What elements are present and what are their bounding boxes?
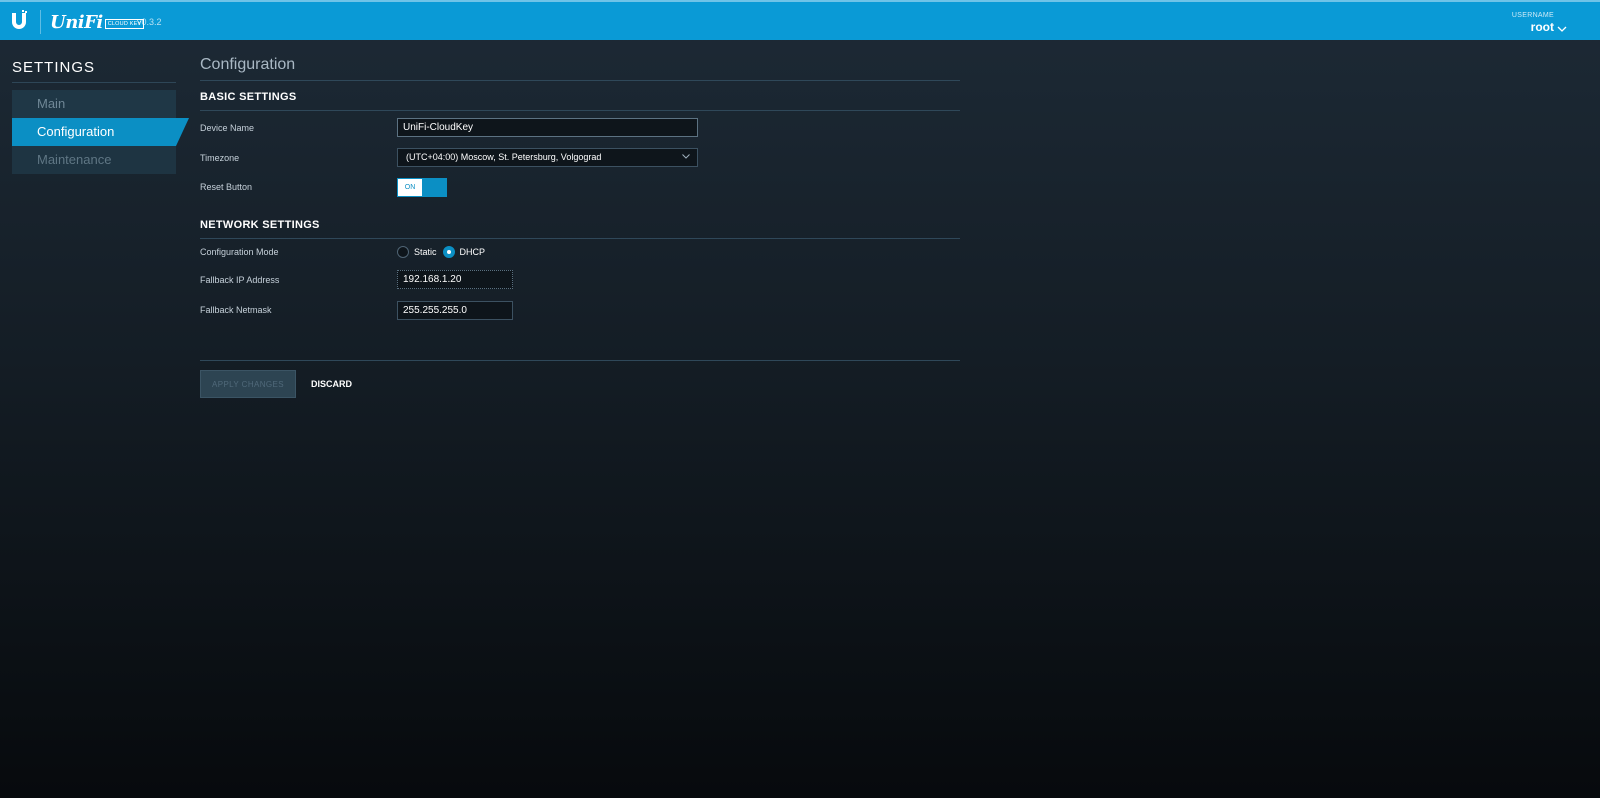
basic-settings-divider [200,110,960,111]
apply-changes-button[interactable]: APPLY CHANGES [200,370,296,398]
fallback-netmask-label: Fallback Netmask [200,305,272,315]
chevron-down-icon [682,154,690,159]
sidebar-item-configuration[interactable]: Configuration [12,118,176,146]
static-radio[interactable] [397,246,409,258]
configuration-mode-label: Configuration Mode [200,247,279,257]
configuration-mode-radio-group: Static DHCP [397,245,491,259]
timezone-label: Timezone [200,153,240,163]
discard-button[interactable]: DISCARD [305,370,358,398]
unifi-brand: UniFi CLOUD KEY [50,11,145,33]
version-label: v0.3.2 [137,17,162,27]
reset-button-toggle[interactable]: ON [397,178,447,197]
device-name-input[interactable] [397,118,698,137]
brand-name: UniFi [50,12,103,33]
chevron-down-icon[interactable] [1557,26,1567,32]
toggle-state-label: ON [398,179,422,196]
fallback-netmask-input[interactable] [397,301,513,320]
sidebar-item-maintenance[interactable]: Maintenance [12,146,176,174]
logo-separator [40,10,41,34]
network-settings-divider [200,238,960,239]
sidebar-title: SETTINGS [12,59,96,76]
basic-settings-title: BASIC SETTINGS [200,91,297,103]
top-header-bar: UniFi CLOUD KEY v0.3.2 USERNAME root [0,0,1600,40]
reset-button-label: Reset Button [200,182,253,192]
fallback-ip-input[interactable] [397,270,513,289]
dhcp-radio[interactable] [442,246,455,258]
title-divider [200,80,960,81]
active-item-pointer [176,118,189,146]
username-caption: USERNAME [1511,12,1554,19]
timezone-selected-value: (UTC+04:00) Moscow, St. Petersburg, Volg… [406,152,602,162]
user-menu[interactable]: USERNAME root [1512,11,1554,34]
sidebar-divider [12,82,176,83]
timezone-select[interactable]: (UTC+04:00) Moscow, St. Petersburg, Volg… [397,148,698,167]
username-value[interactable]: root [1512,20,1554,34]
fallback-ip-label: Fallback IP Address [200,275,280,285]
static-radio-label[interactable]: Static [414,247,437,257]
actions-divider [200,360,960,361]
dhcp-radio-label[interactable]: DHCP [460,247,486,257]
sidebar-item-main[interactable]: Main [12,90,176,118]
network-settings-title: NETWORK SETTINGS [200,219,320,231]
device-name-label: Device Name [200,123,255,133]
ubiquiti-logo-icon[interactable] [10,10,28,32]
page-title: Configuration [200,56,296,73]
